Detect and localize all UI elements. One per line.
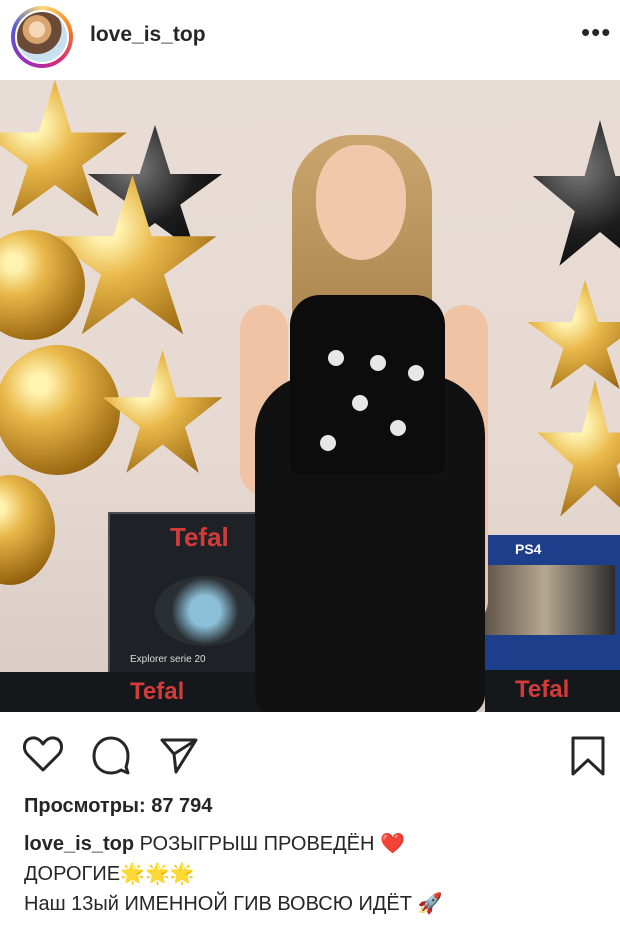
tefal-logo-text-2: Tefal bbox=[130, 678, 185, 705]
gold-star-balloon bbox=[527, 280, 620, 390]
tefal-box-right: Tefal bbox=[485, 670, 620, 712]
caption-username[interactable]: love_is_top bbox=[24, 833, 134, 855]
views-label: Просмотры: bbox=[24, 795, 146, 817]
more-options-icon[interactable]: ••• bbox=[581, 19, 611, 45]
gold-confetti-balloon bbox=[0, 345, 120, 475]
tefal-logo-text: Tefal bbox=[170, 522, 229, 552]
caption-text-line2: ДОРОГИЕ🌟🌟🌟 bbox=[24, 863, 195, 885]
gold-star-balloon bbox=[0, 80, 127, 217]
dress-flower bbox=[370, 355, 386, 371]
ps4-box: PS4 bbox=[470, 535, 620, 670]
robot-vacuum-image bbox=[155, 576, 255, 646]
username-link[interactable]: love_is_top bbox=[90, 23, 206, 47]
post-actions-bar bbox=[0, 712, 620, 792]
tefal-box-bottom: Tefal bbox=[0, 672, 270, 712]
box-small-text: Explorer serie 20 bbox=[130, 654, 206, 665]
avatar-image bbox=[15, 10, 69, 64]
post-caption: love_is_top РОЗЫГРЫШ ПРОВЕДЁН ❤️ ДОРОГИЕ… bbox=[24, 829, 614, 919]
heart-icon[interactable] bbox=[22, 734, 64, 774]
dress-flower bbox=[408, 365, 424, 381]
avatar[interactable] bbox=[11, 6, 73, 68]
caption-text-line3: Наш 13ый ИМЕННОЙ ГИВ ВОВСЮ ИДЁТ 🚀 bbox=[24, 893, 443, 915]
dress-flower bbox=[352, 395, 368, 411]
tefal-logo-text-3: Tefal bbox=[515, 676, 570, 703]
dress-flower bbox=[390, 420, 406, 436]
dress-flower bbox=[328, 350, 344, 366]
gold-balloon bbox=[0, 475, 55, 585]
caption-text-line1: РОЗЫГРЫШ ПРОВЕДЁН ❤️ bbox=[139, 833, 405, 855]
ps4-text: PS4 bbox=[515, 541, 542, 557]
views-number: 87 794 bbox=[151, 795, 213, 817]
game-covers-image bbox=[475, 565, 615, 635]
comment-icon[interactable] bbox=[90, 734, 132, 776]
tefal-box: Tefal Explorer serie 20 bbox=[108, 512, 274, 686]
bookmark-icon[interactable] bbox=[568, 734, 608, 778]
black-star-balloon bbox=[532, 120, 620, 266]
send-icon[interactable] bbox=[158, 736, 200, 776]
dress-flower bbox=[320, 435, 336, 451]
post-header: love_is_top ••• bbox=[0, 0, 620, 80]
gold-star-balloon bbox=[537, 380, 620, 517]
post-photo[interactable]: Tefal Explorer serie 20 Tefal PS4 Tefal bbox=[0, 80, 620, 712]
views-count[interactable]: Просмотры: 87 794 bbox=[24, 795, 212, 818]
person-face bbox=[316, 145, 406, 260]
dress-top bbox=[290, 295, 445, 475]
